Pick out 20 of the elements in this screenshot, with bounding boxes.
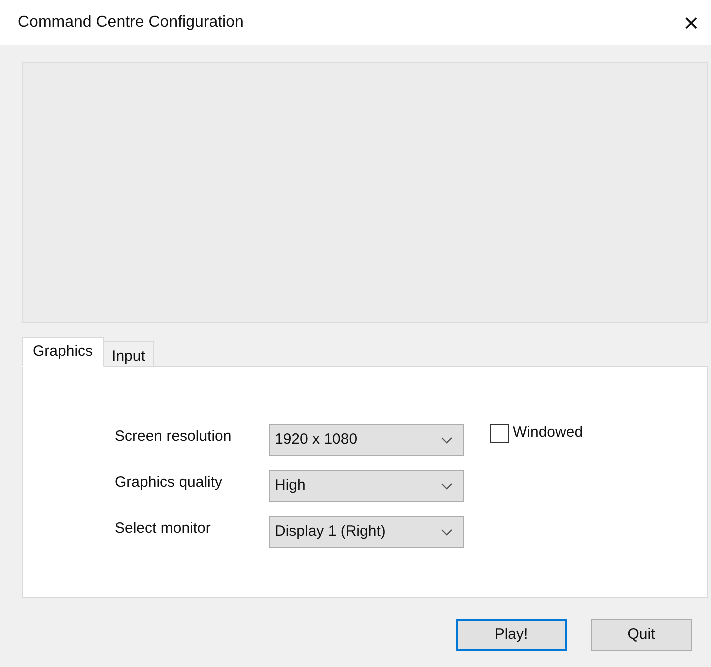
tab[interactable]: Input bbox=[104, 341, 154, 367]
tab[interactable]: Graphics bbox=[22, 337, 104, 367]
checkbox-label: Windowed bbox=[513, 423, 584, 443]
close-button[interactable]: × bbox=[684, 10, 699, 36]
chevron-down-icon bbox=[441, 528, 453, 536]
windowed-checkbox[interactable] bbox=[490, 424, 509, 443]
dialog-button[interactable]: Play! bbox=[456, 619, 567, 651]
chevron-down-icon bbox=[441, 436, 453, 444]
setting-label: Select monitor bbox=[115, 518, 212, 539]
setting-label: Screen resolution bbox=[115, 426, 233, 447]
window-title: Command Centre Configuration bbox=[18, 12, 244, 32]
dropdown-value: 1920 x 1080 bbox=[275, 430, 358, 450]
setting-label: Graphics quality bbox=[115, 472, 224, 493]
dropdown[interactable]: High bbox=[269, 470, 464, 502]
chevron-down-icon bbox=[441, 482, 453, 490]
dropdown-value: High bbox=[275, 476, 306, 496]
dropdown[interactable]: 1920 x 1080 bbox=[269, 424, 464, 456]
dropdown[interactable]: Display 1 (Right) bbox=[269, 516, 464, 548]
dropdown-value: Display 1 (Right) bbox=[275, 522, 386, 542]
dialog-button[interactable]: Quit bbox=[591, 619, 692, 651]
